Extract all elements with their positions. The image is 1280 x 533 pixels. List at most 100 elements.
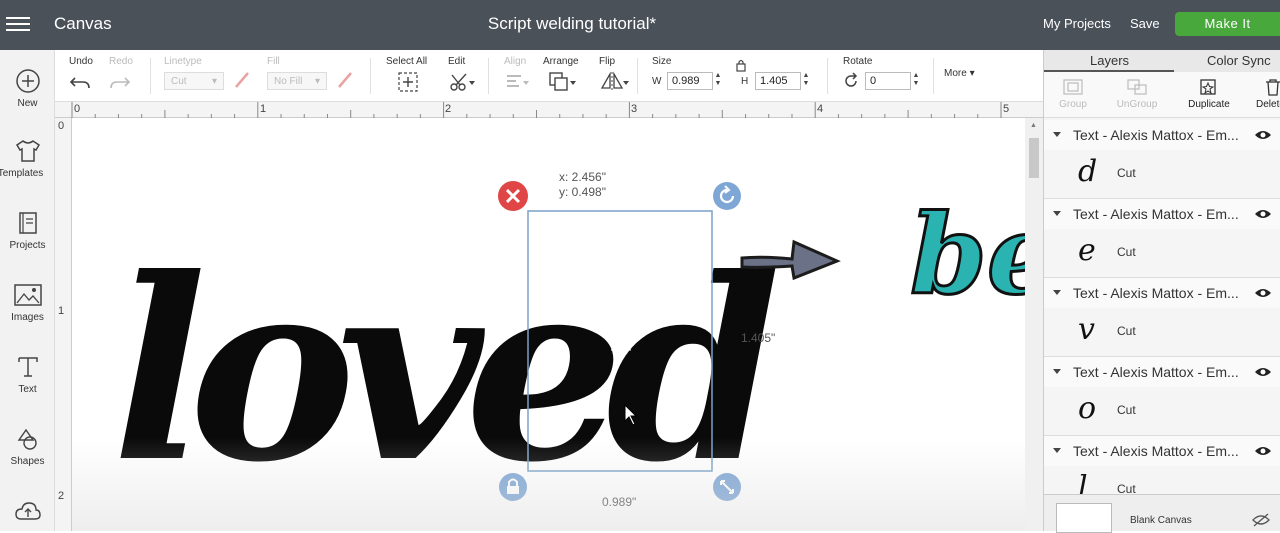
edit-group[interactable]: Edit xyxy=(448,56,476,96)
collapse-caret-icon[interactable] xyxy=(1053,369,1061,374)
panel-tabs: Layers Color Sync xyxy=(1044,50,1280,72)
eye-icon[interactable] xyxy=(1254,444,1272,458)
design-canvas[interactable]: loved be x: 2.456" y: 0.498" 1.405" 0.98… xyxy=(72,118,1025,531)
chevron-down-icon: ▾ xyxy=(211,76,217,87)
rotate-group: Rotate xyxy=(843,56,872,68)
eye-icon[interactable] xyxy=(1254,207,1272,221)
ruler-tick-label: 4 xyxy=(817,103,824,115)
script-word-loved[interactable]: loved xyxy=(112,223,794,517)
sidebar-label-images: Images xyxy=(11,312,44,323)
sidebar-item-text[interactable]: Text xyxy=(0,354,55,395)
toolbar-divider xyxy=(150,58,151,94)
height-readout: 1.405" xyxy=(741,331,776,345)
canvas-scrollbar[interactable]: ▲ xyxy=(1025,118,1043,531)
ruler-tick-label: 0 xyxy=(74,103,81,115)
delete-button[interactable]: Delete xyxy=(1254,78,1280,110)
duplicate-button[interactable]: Duplicate xyxy=(1184,78,1234,110)
sidebar-item-projects[interactable]: Projects xyxy=(0,210,55,251)
eye-hidden-icon[interactable] xyxy=(1251,513,1271,527)
align-icon[interactable] xyxy=(504,72,530,92)
rotate-stepper[interactable]: ▲ ▼ xyxy=(910,72,922,90)
undo-group[interactable]: Undo xyxy=(69,56,93,95)
group-button[interactable]: Group xyxy=(1058,78,1088,110)
eye-icon[interactable] xyxy=(1254,365,1272,379)
width-input[interactable]: 0.989 xyxy=(667,72,713,90)
tab-color-sync[interactable]: Color Sync xyxy=(1207,53,1271,68)
projects-icon xyxy=(18,212,37,234)
layer-header[interactable]: Text - Alexis Mattox - Em... xyxy=(1044,357,1280,387)
save-button[interactable]: Save xyxy=(1130,16,1160,31)
more-button[interactable]: More ▾ xyxy=(944,68,975,79)
arrange-label: Arrange xyxy=(543,56,579,67)
layer-title: Text - Alexis Mattox - Em... xyxy=(1073,285,1239,301)
redo-icon[interactable] xyxy=(109,72,131,92)
layer-item[interactable]: Text - Alexis Mattox - Em... o Cut xyxy=(1044,357,1280,436)
ruler-tick-label: 2 xyxy=(445,103,452,115)
linetype-group[interactable]: Linetype xyxy=(164,56,202,68)
width-stepper[interactable]: ▲ ▼ xyxy=(712,72,724,90)
script-word-be[interactable]: be xyxy=(909,189,1026,321)
layer-header[interactable]: Text - Alexis Mattox - Em... xyxy=(1044,199,1280,229)
eye-icon[interactable] xyxy=(1254,286,1272,300)
linetype-select[interactable]: Cut ▾ xyxy=(164,72,224,90)
flip-icon[interactable] xyxy=(599,71,629,93)
layer-header[interactable]: Text - Alexis Mattox - Em... xyxy=(1044,436,1280,466)
rotate-handle[interactable] xyxy=(713,182,741,210)
layer-item[interactable]: Text - Alexis Mattox - Em... v Cut xyxy=(1044,278,1280,357)
select-all-group[interactable]: Select All xyxy=(386,56,427,96)
sidebar-item-images[interactable]: Images xyxy=(0,282,55,323)
rotate-input[interactable]: 0 xyxy=(865,72,911,90)
eye-icon[interactable] xyxy=(1254,128,1272,142)
resize-handle[interactable] xyxy=(713,473,741,501)
ungroup-button[interactable]: UnGroup xyxy=(1115,78,1159,110)
arrange-icon[interactable] xyxy=(547,71,577,93)
layer-operation: Cut xyxy=(1117,166,1136,180)
linetype-color-icon[interactable] xyxy=(233,70,251,90)
ruler-tick-label: 3 xyxy=(631,103,638,115)
layer-item[interactable]: Text - Alexis Mattox - Em... d Cut xyxy=(1044,120,1280,199)
scroll-up-icon[interactable]: ▲ xyxy=(1030,122,1037,129)
delete-handle[interactable] xyxy=(498,181,528,211)
fill-group[interactable]: Fill xyxy=(267,56,280,68)
more-label: More xyxy=(944,68,967,79)
tab-layers[interactable]: Layers xyxy=(1090,53,1129,68)
undo-icon[interactable] xyxy=(69,72,91,92)
collapse-caret-icon[interactable] xyxy=(1053,211,1061,216)
sidebar-item-templates[interactable]: Templates xyxy=(0,138,55,179)
fill-select[interactable]: No Fill ▾ xyxy=(267,72,327,90)
scissors-icon[interactable] xyxy=(448,71,476,93)
select-all-icon[interactable] xyxy=(396,71,420,93)
edit-label: Edit xyxy=(448,56,466,67)
sidebar-item-shapes[interactable]: Shapes xyxy=(0,426,55,467)
align-group[interactable]: Align xyxy=(504,56,530,95)
lock-icon[interactable] xyxy=(735,58,747,72)
arrange-group[interactable]: Arrange xyxy=(543,56,579,96)
ruler-tick-label: 0 xyxy=(58,120,65,132)
flip-group[interactable]: Flip xyxy=(599,56,629,96)
sidebar-item-new[interactable]: New xyxy=(0,68,55,109)
fill-color-icon[interactable] xyxy=(336,70,354,90)
my-projects-link[interactable]: My Projects xyxy=(1043,16,1111,31)
collapse-caret-icon[interactable] xyxy=(1053,290,1061,295)
redo-group[interactable]: Redo xyxy=(109,56,133,95)
sidebar-item-upload[interactable] xyxy=(0,500,55,528)
height-input[interactable]: 1.405 xyxy=(755,72,801,90)
fill-label: Fill xyxy=(267,56,280,67)
layer-title: Text - Alexis Mattox - Em... xyxy=(1073,443,1239,459)
scrollbar-thumb[interactable] xyxy=(1029,138,1039,178)
toolbar-divider xyxy=(370,58,371,94)
collapse-caret-icon[interactable] xyxy=(1053,132,1061,137)
layer-thumbnail: d xyxy=(1078,154,1098,189)
collapse-caret-icon[interactable] xyxy=(1053,448,1061,453)
layer-item[interactable]: Text - Alexis Mattox - Em... e Cut xyxy=(1044,199,1280,278)
make-it-button[interactable]: Make It xyxy=(1175,12,1280,36)
ruler-tick-label: 1 xyxy=(58,305,65,317)
layer-header[interactable]: Text - Alexis Mattox - Em... xyxy=(1044,120,1280,150)
height-stepper[interactable]: ▲ ▼ xyxy=(800,72,812,90)
redo-label: Redo xyxy=(109,56,133,67)
lock-handle[interactable] xyxy=(499,473,527,501)
toolbar-divider xyxy=(637,58,638,94)
top-header: Canvas Script welding tutorial* My Proje… xyxy=(0,0,1280,50)
blank-canvas-row[interactable]: Blank Canvas xyxy=(1044,494,1280,533)
layer-header[interactable]: Text - Alexis Mattox - Em... xyxy=(1044,278,1280,308)
